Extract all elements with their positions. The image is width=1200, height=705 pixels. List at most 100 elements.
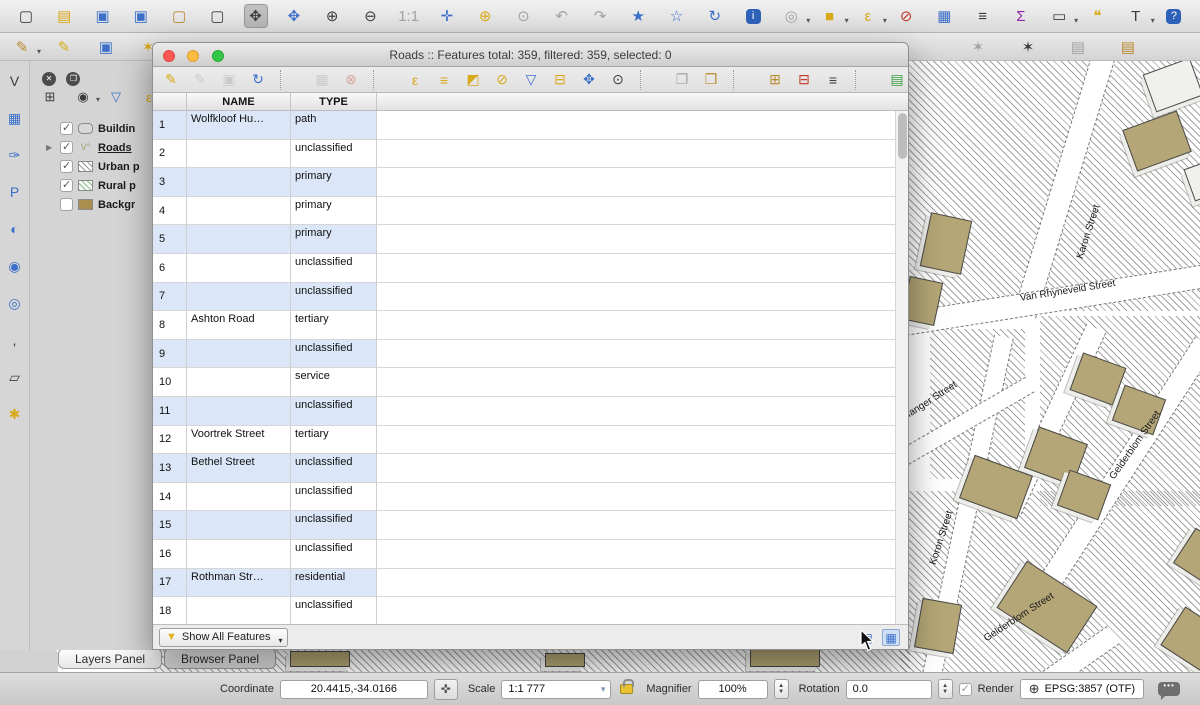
- cell-type[interactable]: unclassified: [291, 140, 377, 169]
- cell-name[interactable]: [187, 540, 291, 569]
- zoom-next-icon[interactable]: ↷: [588, 4, 612, 28]
- cell-type[interactable]: unclassified: [291, 540, 377, 569]
- move-selection-top-icon[interactable]: ⊟: [550, 70, 570, 90]
- expand-arrow-icon[interactable]: ▶: [46, 143, 55, 152]
- add-wms-layer-icon[interactable]: ◐: [3, 217, 27, 241]
- add-group-icon[interactable]: ⊞: [40, 87, 60, 107]
- layer-item[interactable]: ▶ Backgr: [30, 195, 155, 214]
- statistics-icon[interactable]: Σ: [1009, 4, 1033, 28]
- map-tips-icon[interactable]: ❝: [1085, 4, 1109, 28]
- cell-type[interactable]: service: [291, 368, 377, 397]
- zoom-native-icon[interactable]: 1:1: [397, 4, 421, 28]
- help-icon[interactable]: ?: [1162, 4, 1186, 28]
- cell-type[interactable]: unclassified: [291, 483, 377, 512]
- cell-name[interactable]: Wolfkloof Hu…: [187, 111, 291, 140]
- Bethel Street[interactable]: 13 Bethel Street unclassified: [153, 454, 908, 483]
- zoom-last-icon[interactable]: ↶: [550, 4, 574, 28]
- identify-icon[interactable]: i: [741, 4, 765, 28]
- zoom-window-icon[interactable]: [212, 50, 224, 62]
- new-layer-menu-icon[interactable]: ✱: [3, 402, 27, 426]
- magnifier-input[interactable]: 100%: [698, 680, 768, 699]
- field-calculator-icon[interactable]: ≡: [971, 4, 995, 28]
- new-print-composer-icon[interactable]: ▢: [167, 4, 191, 28]
- scrollbar-thumb[interactable]: [898, 113, 907, 159]
- layer-checkbox[interactable]: [60, 122, 73, 135]
- Ashton Road[interactable]: 8 Ashton Road tertiary: [153, 311, 908, 340]
- mouse-position-toggle-icon[interactable]: ✜: [434, 679, 458, 700]
- deselect-all-icon[interactable]: ⊘: [894, 4, 918, 28]
- toggle-editing-icon[interactable]: ✎: [161, 70, 181, 90]
- folder-open-icon[interactable]: ▤: [52, 4, 76, 28]
- paste-rows-icon[interactable]: ❒: [701, 70, 721, 90]
- cell-name[interactable]: [187, 368, 291, 397]
- conditional-formatting-icon[interactable]: ▤: [887, 70, 907, 90]
- cell-type[interactable]: primary: [291, 225, 377, 254]
- table-row[interactable]: 10 service: [153, 368, 908, 397]
- column-header-name[interactable]: NAME: [187, 93, 291, 110]
- layer-checkbox[interactable]: [60, 179, 73, 192]
- cell-type[interactable]: primary: [291, 168, 377, 197]
- add-raster-layer-icon[interactable]: ▦: [3, 106, 27, 130]
- layer-checkbox[interactable]: [60, 160, 73, 173]
- add-wcs-layer-icon[interactable]: ◉: [3, 254, 27, 278]
- cell-type[interactable]: unclassified: [291, 283, 377, 312]
- pan-to-selected-icon[interactable]: ✥: [579, 70, 599, 90]
- cell-name[interactable]: [187, 254, 291, 283]
- Voortrek Street[interactable]: 12 Voortrek Street tertiary: [153, 426, 908, 455]
- cell-name[interactable]: Rothman Str…: [187, 569, 291, 598]
- measure-icon[interactable]: ▭: [1047, 4, 1071, 28]
- render-checkbox[interactable]: [959, 683, 972, 696]
- layer-label[interactable]: Backgr: [98, 199, 135, 211]
- cell-type[interactable]: tertiary: [291, 311, 377, 340]
- close-panel-icon[interactable]: ✕: [42, 72, 56, 86]
- cell-type[interactable]: unclassified: [291, 254, 377, 283]
- cell-name[interactable]: [187, 397, 291, 426]
- cell-type[interactable]: residential: [291, 569, 377, 598]
- cell-name[interactable]: [187, 140, 291, 169]
- show-hide-labels-icon[interactable]: ▤: [1066, 35, 1090, 59]
- cell-name[interactable]: [187, 340, 291, 369]
- table-row[interactable]: 5 primary: [153, 225, 908, 254]
- table-row[interactable]: 6 unclassified: [153, 254, 908, 283]
- cell-type[interactable]: unclassified: [291, 597, 377, 624]
- rotation-stepper[interactable]: ▲▼: [938, 679, 953, 699]
- add-spatialite-layer-icon[interactable]: ✑: [3, 143, 27, 167]
- cell-type[interactable]: unclassified: [291, 454, 377, 483]
- close-window-icon[interactable]: [163, 50, 175, 62]
- save-icon[interactable]: ▣: [91, 4, 115, 28]
- layer-item[interactable]: ▶ Buildin: [30, 119, 155, 138]
- Wolfkloof Hu…[interactable]: 1 Wolfkloof Hu… path: [153, 111, 908, 140]
- cell-type[interactable]: unclassified: [291, 340, 377, 369]
- coordinate-input[interactable]: 20.4415,-34.0166: [280, 680, 428, 699]
- filter-legend-icon[interactable]: ▽: [106, 87, 126, 107]
- select-by-expression-icon[interactable]: ε: [856, 4, 880, 28]
- cell-name[interactable]: [187, 483, 291, 512]
- save-as-icon[interactable]: ▣: [129, 4, 153, 28]
- layer-item[interactable]: ▶ Rural p: [30, 176, 155, 195]
- add-postgis-layer-icon[interactable]: P: [3, 180, 27, 204]
- add-delimited-text-layer-icon[interactable]: ,: [3, 328, 27, 352]
- manage-visibility-icon[interactable]: ◉: [73, 87, 93, 107]
- current-edits-icon[interactable]: ✎: [10, 35, 34, 59]
- tab-layers-panel[interactable]: Layers Panel: [58, 648, 162, 669]
- select-all-icon[interactable]: ≡: [434, 70, 454, 90]
- new-field-icon[interactable]: ⊞: [765, 70, 785, 90]
- table-row[interactable]: 11 unclassified: [153, 397, 908, 426]
- field-calculator-icon[interactable]: ≡: [823, 70, 843, 90]
- table-row[interactable]: 15 unclassified: [153, 511, 908, 540]
- highlight-pinned-labels-icon[interactable]: ✶: [966, 35, 990, 59]
- layer-item[interactable]: ▶ Roads: [30, 138, 155, 157]
- cell-name[interactable]: Ashton Road: [187, 311, 291, 340]
- Rothman Str…[interactable]: 17 Rothman Str… residential: [153, 569, 908, 598]
- copy-rows-icon[interactable]: ❐: [672, 70, 692, 90]
- layer-checkbox[interactable]: [60, 141, 73, 154]
- cell-type[interactable]: path: [291, 111, 377, 140]
- layer-label[interactable]: Rural p: [98, 180, 136, 192]
- pin-unpin-labels-icon[interactable]: ✶: [1016, 35, 1040, 59]
- invert-selection-icon[interactable]: ◩: [463, 70, 483, 90]
- zoom-to-selection-icon[interactable]: ⊙: [511, 4, 535, 28]
- file-new-icon[interactable]: ▢: [14, 4, 38, 28]
- cell-name[interactable]: [187, 197, 291, 226]
- cell-name[interactable]: [187, 283, 291, 312]
- move-label-icon[interactable]: ▤: [1116, 35, 1140, 59]
